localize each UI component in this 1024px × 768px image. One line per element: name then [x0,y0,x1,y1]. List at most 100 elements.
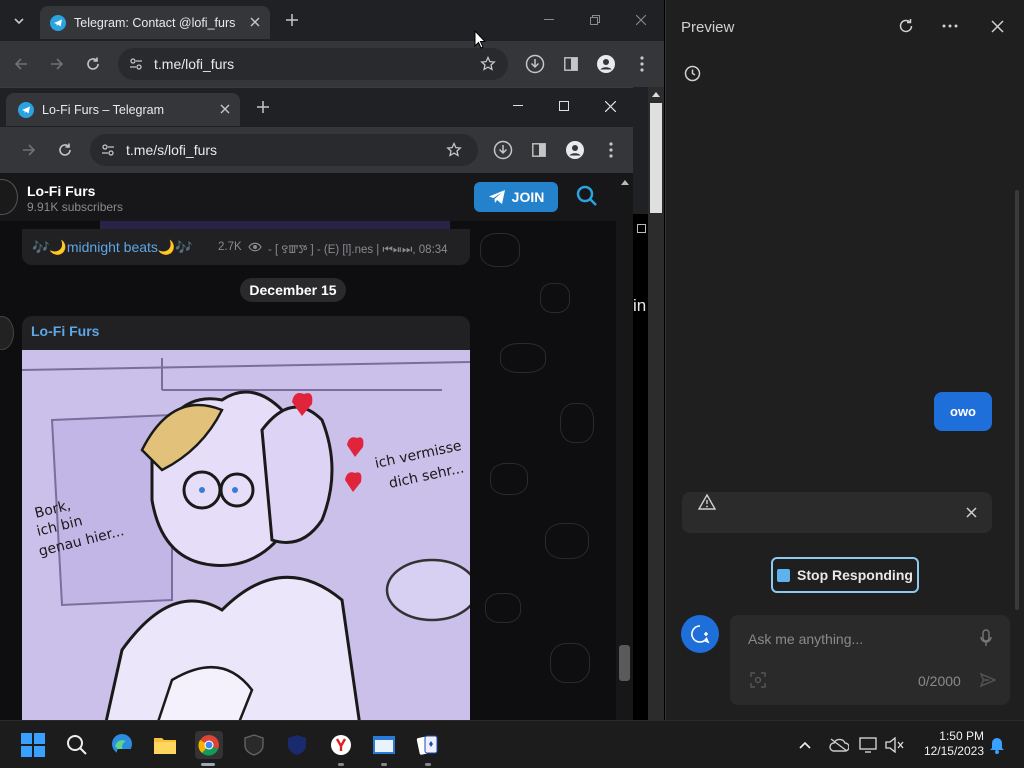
post-author[interactable]: Lo-Fi Furs [31,323,99,339]
telegram-plane-icon [488,190,505,204]
taskbar-chrome[interactable] [195,731,223,759]
back-button[interactable] [10,53,32,75]
start-button[interactable] [19,731,47,759]
minimize-button[interactable] [538,12,560,28]
tab-search-button[interactable] [8,10,30,32]
site-info-icon[interactable] [90,143,126,157]
outer-tab-title: Telegram: Contact @lofi_furs [74,15,236,30]
stop-responding-label: Stop Responding [797,567,913,583]
new-topic-button[interactable] [681,615,719,653]
channel-avatar[interactable] [0,179,18,215]
inner-address-bar[interactable]: t.me/s/lofi_furs [90,134,478,166]
app-shield-blue-icon [288,735,306,755]
stop-responding-button[interactable]: Stop Responding [771,557,919,593]
taskbar-app-shield[interactable] [240,731,268,759]
date-separator: December 15 [240,278,346,302]
monitor-network-icon [859,737,877,753]
forward-button[interactable] [18,139,40,161]
close-window-button[interactable] [630,12,652,28]
onedrive-status-button[interactable] [826,731,852,759]
close-icon [604,100,616,112]
new-tab-button[interactable] [282,10,302,30]
previous-message-caption[interactable]: 🎶🌙midnight beats🌙🎶 [32,239,193,256]
chat-input-box[interactable]: Ask me anything... 0/2000 [730,615,1010,705]
dismiss-warning-icon[interactable] [966,507,977,518]
reload-button[interactable] [54,139,76,161]
outer-scrollbar[interactable] [648,87,664,720]
scroll-up-icon[interactable] [621,179,629,185]
minimize-icon [513,105,523,106]
downloads-button[interactable] [524,53,546,75]
solitaire-running-indicator [425,763,431,766]
post-author-avatar[interactable] [0,316,14,350]
app-window-icon [373,736,395,754]
history-button[interactable] [684,65,702,83]
more-vertical-icon [609,142,613,158]
close-panel-button[interactable] [991,20,1005,34]
show-hidden-icons-button[interactable] [792,731,818,759]
arrow-left-icon [14,58,27,70]
bookmark-star-icon[interactable] [446,142,462,158]
chat-input-placeholder[interactable]: Ask me anything... [748,631,863,647]
taskbar-file-explorer[interactable] [151,731,179,759]
inner-tab-lofi-furs[interactable]: Lo-Fi Furs – Telegram [6,93,240,126]
screenshot-icon[interactable] [750,672,766,688]
join-button[interactable]: JOIN [474,182,558,212]
outer-url-text: t.me/lofi_furs [154,56,235,72]
taskbar-app-blue[interactable] [283,731,311,759]
microphone-icon[interactable] [980,629,992,647]
menu-button[interactable] [600,139,622,161]
app-window-running-indicator [381,763,387,766]
close-tab-icon[interactable] [248,15,262,29]
downloads-button[interactable] [492,139,514,161]
notification-center-button[interactable] [986,731,1008,759]
maximize-button[interactable] [553,98,575,114]
profile-button[interactable] [595,53,617,75]
post-artwork-image[interactable]: ich vermisse dich sehr... Bork, ich bin … [22,350,470,720]
new-tab-button[interactable] [253,97,273,117]
panel-scrollbar[interactable] [1015,190,1019,610]
inner-scrollbar[interactable] [616,173,633,720]
system-clock[interactable]: 1:50 PM 12/15/2023 [916,729,984,759]
preview-panel: Preview owo Stop Responding Ask me anyth… [665,0,1024,720]
outer-address-bar[interactable]: t.me/lofi_furs [118,48,508,80]
inner-toolbar: t.me/s/lofi_furs [0,127,633,173]
taskbar-app-window[interactable] [370,731,398,759]
reload-button[interactable] [82,53,104,75]
maximize-icon [559,101,569,111]
user-message-bubble: owo [934,392,992,431]
yandex-running-indicator [338,763,344,766]
restore-button[interactable] [584,12,606,28]
more-vertical-icon [640,56,644,72]
inner-scrollbar-thumb[interactable] [619,645,630,681]
channel-search-button[interactable] [576,185,600,209]
taskbar-solitaire[interactable] [414,731,442,759]
bookmark-star-icon[interactable] [480,56,496,72]
telegram-channel-page[interactable]: 🎶🌙midnight beats🌙🎶 2.7K - [ ꯱ꯛꯇ ] - (E) … [0,173,616,720]
volume-button[interactable] [882,731,908,759]
network-button[interactable] [856,731,882,759]
profile-button[interactable] [564,139,586,161]
outer-tab-strip: Telegram: Contact @lofi_furs [0,0,664,41]
side-panel-button[interactable] [560,53,582,75]
taskbar-edge-beta[interactable] [108,731,136,759]
minimize-button[interactable] [507,98,529,114]
edge-beta-icon [112,734,132,756]
outer-tab-telegram[interactable]: Telegram: Contact @lofi_furs [40,6,270,39]
refresh-button[interactable] [898,18,916,36]
more-options-button[interactable] [942,24,960,30]
outer-scrollbar-thumb[interactable] [650,103,662,213]
scroll-up-icon[interactable] [652,91,660,97]
cloud-off-icon [829,738,849,752]
send-icon[interactable] [980,673,996,687]
plus-icon [286,14,298,26]
refresh-icon [899,19,913,33]
close-tab-icon[interactable] [218,102,232,116]
taskbar-yandex[interactable] [327,731,355,759]
taskbar-search-button[interactable] [63,731,91,759]
menu-button[interactable] [631,53,653,75]
site-info-icon[interactable] [118,57,154,71]
close-window-button[interactable] [599,98,621,114]
side-panel-button[interactable] [528,139,550,161]
forward-button[interactable] [46,53,68,75]
